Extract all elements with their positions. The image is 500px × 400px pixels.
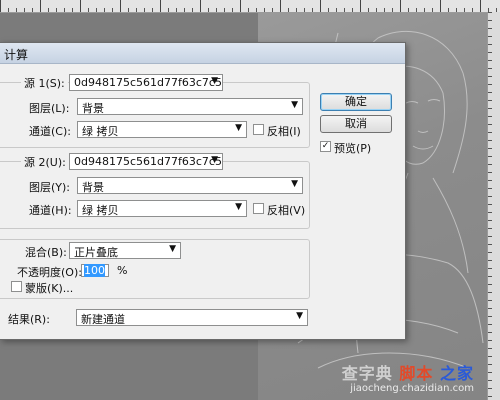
- chevron-down-icon: ▼: [211, 76, 218, 86]
- source2-channel-value: 绿 拷贝: [82, 204, 119, 217]
- preview-label: 预览(P): [334, 142, 372, 155]
- watermark-brand-left: 查字典: [341, 364, 393, 384]
- mask-label: 蒙版(K)...: [25, 282, 74, 295]
- source1-group: 源 1(S): 0d948175c561d77f63c7c5cd... ▼ 图层…: [0, 74, 310, 148]
- source1-layer-label: 图层(L):: [29, 102, 70, 115]
- result-value: 新建通道: [81, 313, 125, 326]
- source2-file-dropdown[interactable]: 0d948175c561d77f63c7c5cd... ▼: [69, 153, 223, 170]
- source2-group: 源 2(U): 0d948175c561d77f63c7c5cd... ▼ 图层…: [0, 153, 310, 229]
- source2-channel-dropdown[interactable]: 绿 拷贝 ▼: [77, 200, 247, 217]
- blending-label: 混合(B):: [25, 246, 67, 259]
- source1-channel-value: 绿 拷贝: [82, 125, 119, 138]
- source1-label: 源 1(S):: [21, 75, 68, 91]
- source2-channel-label: 通道(H):: [29, 204, 72, 217]
- source1-invert-label: 反相(I): [267, 125, 301, 138]
- chevron-down-icon: ▼: [211, 155, 218, 165]
- source2-invert-checkbox[interactable]: [253, 203, 264, 214]
- vertical-ruler: [487, 12, 500, 400]
- source1-invert-checkbox[interactable]: [253, 124, 264, 135]
- source2-layer-label: 图层(Y):: [29, 181, 71, 194]
- mask-checkbox[interactable]: [11, 281, 22, 292]
- source1-layer-dropdown[interactable]: 背景 ▼: [77, 98, 303, 115]
- blending-mode-dropdown[interactable]: 正片叠底 ▼: [69, 242, 181, 259]
- preview-checkbox[interactable]: ✓: [320, 141, 331, 152]
- watermark: 查字典 脚本 之家 jiaocheng.chazidian.com: [342, 365, 474, 394]
- result-dropdown[interactable]: 新建通道 ▼: [76, 309, 308, 326]
- dialog-title: 计算: [4, 48, 29, 62]
- watermark-brand-right: 之家: [439, 364, 474, 384]
- chevron-down-icon: ▼: [235, 123, 242, 133]
- chevron-down-icon: ▼: [291, 179, 298, 189]
- chevron-down-icon: ▼: [291, 100, 298, 110]
- watermark-url: jiaocheng.chazidian.com: [350, 383, 474, 394]
- opacity-value: 100: [84, 264, 105, 277]
- source2-file-value: 0d948175c561d77f63c7c5cd...: [74, 155, 222, 168]
- source2-invert-label: 反相(V): [267, 204, 306, 217]
- source1-channel-label: 通道(C):: [29, 125, 71, 138]
- source1-file-dropdown[interactable]: 0d948175c561d77f63c7c5cd... ▼: [69, 74, 223, 91]
- blending-group: 混合(B): 正片叠底 ▼ 不透明度(O): 100 % 蒙版(K)...: [0, 239, 310, 299]
- cancel-button[interactable]: 取消: [320, 115, 392, 133]
- ok-button[interactable]: 确定: [320, 93, 392, 111]
- source2-layer-value: 背景: [82, 181, 104, 194]
- blending-mode-value: 正片叠底: [74, 246, 118, 259]
- chevron-down-icon: ▼: [169, 244, 176, 254]
- result-label: 结果(R):: [8, 313, 50, 326]
- chevron-down-icon: ▼: [235, 202, 242, 212]
- opacity-input[interactable]: 100: [81, 264, 109, 277]
- source2-layer-dropdown[interactable]: 背景 ▼: [77, 177, 303, 194]
- source2-label: 源 2(U):: [21, 154, 69, 170]
- chevron-down-icon: ▼: [296, 311, 303, 321]
- opacity-label: 不透明度(O):: [17, 266, 82, 279]
- calculations-dialog: 计算 源 1(S): 0d948175c561d77f63c7c5cd... ▼…: [0, 42, 406, 340]
- source1-file-value: 0d948175c561d77f63c7c5cd...: [74, 76, 222, 89]
- source1-channel-dropdown[interactable]: 绿 拷贝 ▼: [77, 121, 247, 138]
- watermark-brand-mid: 脚本: [399, 364, 434, 384]
- source1-layer-value: 背景: [82, 102, 104, 115]
- horizontal-ruler: [0, 0, 500, 13]
- dialog-titlebar[interactable]: 计算: [0, 43, 405, 64]
- opacity-unit: %: [117, 264, 128, 277]
